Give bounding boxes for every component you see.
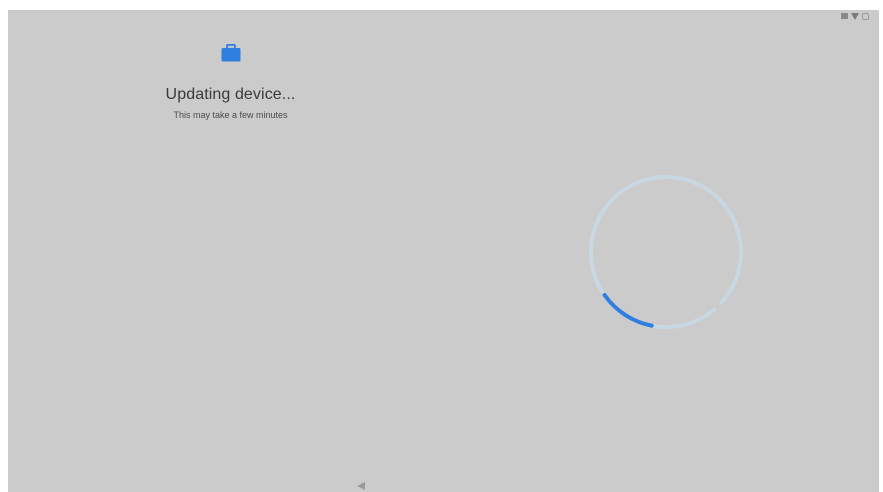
back-triangle-icon[interactable] bbox=[355, 481, 367, 491]
page-subtitle: This may take a few minutes bbox=[173, 110, 288, 120]
notification-icon bbox=[862, 12, 869, 20]
spinner-arc bbox=[602, 293, 654, 328]
status-bar bbox=[841, 11, 869, 21]
briefcase-icon bbox=[221, 44, 240, 62]
setup-header: Updating device... This may take a few m… bbox=[128, 44, 333, 120]
loading-spinner bbox=[589, 175, 743, 330]
wifi-icon bbox=[851, 12, 859, 20]
navigation-bar bbox=[8, 478, 879, 492]
page-title: Updating device... bbox=[165, 86, 296, 103]
setup-screen: Updating device... This may take a few m… bbox=[8, 10, 879, 492]
battery-icon bbox=[841, 13, 848, 19]
